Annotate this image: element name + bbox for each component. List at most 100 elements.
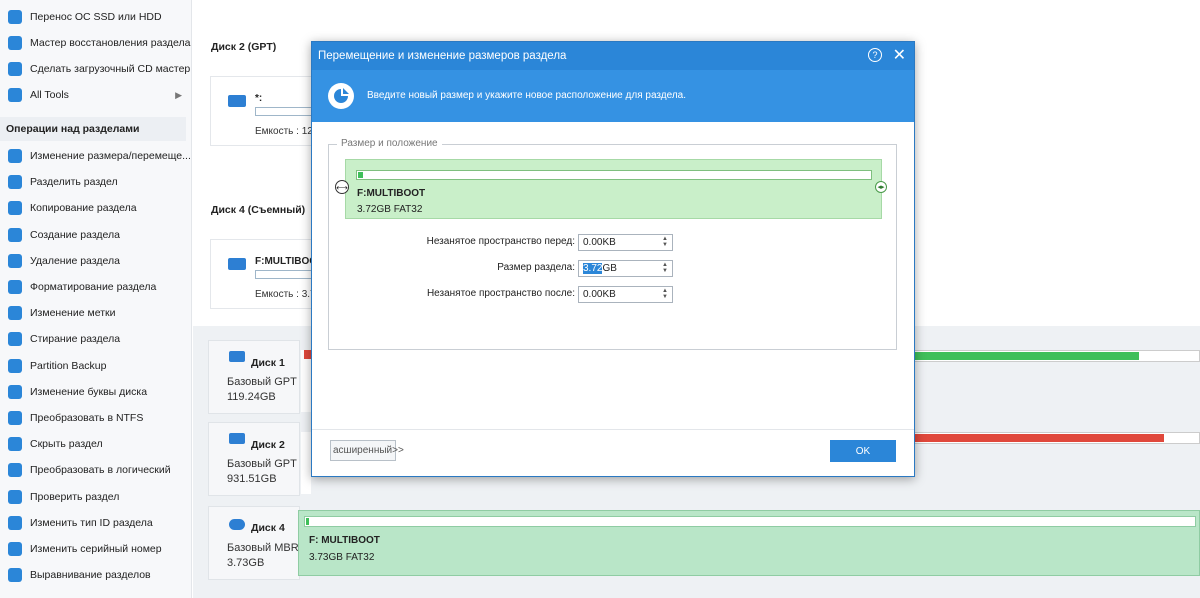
- disk4-type: Базовый MBR: [227, 542, 299, 554]
- usb-disk-icon: [229, 519, 245, 530]
- sidebar-item-label: Partition Backup: [30, 359, 107, 372]
- sidebar-item-label: Перенос ОС SSD или HDD: [30, 11, 162, 23]
- sidebar-item[interactable]: Мастер восстановления раздела: [0, 30, 191, 56]
- sidebar-item[interactable]: Partition Backup: [0, 353, 191, 379]
- spinner-arrows-icon[interactable]: ▲ ▼: [662, 288, 668, 300]
- disk-icon: [228, 258, 246, 270]
- sidebar-item[interactable]: Перенос ОС SSD или HDD: [0, 4, 191, 30]
- sidebar-item-label: Изменить тип ID раздела: [30, 516, 153, 529]
- sidebar-item-label: Копирование раздела: [30, 202, 137, 215]
- hide-icon: [8, 437, 22, 452]
- sidebar-item[interactable]: Скрыть раздел: [0, 431, 191, 457]
- sidebar-item-label: Преобразовать в логический: [30, 464, 171, 477]
- sidebar-item[interactable]: Изменение метки: [0, 300, 191, 326]
- sidebar-item-label: Создание раздела: [30, 228, 121, 241]
- sidebar-item-label: Преобразовать в NTFS: [30, 412, 144, 424]
- sidebar-item[interactable]: Изменение буквы диска: [0, 379, 191, 405]
- dialog-titlebar[interactable]: Перемещение и изменение размеров раздела: [312, 42, 914, 70]
- size-value-selected: 3.72: [583, 263, 603, 274]
- dialog-banner: Введите новый размер и укажите новое рас…: [312, 70, 914, 122]
- ok-button[interactable]: OK: [830, 440, 896, 462]
- advanced-button[interactable]: асширенный>>: [330, 440, 404, 461]
- disk4-list-title: Диск 4: [251, 522, 285, 534]
- disk2-info[interactable]: Диск 2 Базовый GPT 931.51GB: [208, 422, 300, 496]
- disk2-type: Базовый GPT: [227, 458, 297, 470]
- help-icon[interactable]: ?: [868, 48, 882, 62]
- serial-icon: [8, 542, 22, 556]
- sidebar-item-label: Выравнивание разделов: [30, 569, 151, 582]
- sidebar-item-label: Сделать загрузочный CD мастер: [30, 63, 191, 75]
- group-legend: Размер и положение: [337, 138, 442, 149]
- recovery-icon: [8, 36, 22, 50]
- convert-ntfs-icon: [8, 411, 22, 425]
- backup-icon: [8, 358, 22, 373]
- before-input[interactable]: 0.00KB ▲ ▼: [578, 234, 673, 251]
- sidebar-item-label: Стирание раздела: [30, 333, 121, 346]
- sidebar-item[interactable]: Копирование раздела: [0, 195, 191, 221]
- disk2-partition-fill-right: [912, 434, 1164, 442]
- disk1-partition-bar-right[interactable]: [911, 350, 1200, 362]
- before-value: 0.00KB: [583, 237, 616, 248]
- size-input[interactable]: 3.72GB ▲ ▼: [578, 260, 673, 277]
- sidebar-item[interactable]: Форматирование раздела: [0, 274, 191, 300]
- delete-icon: [8, 253, 22, 268]
- id-icon: [8, 515, 22, 530]
- sidebar-item[interactable]: All Tools ▶: [0, 82, 191, 108]
- disk1-partition-fill: [304, 350, 311, 359]
- disk1-type: Базовый GPT: [227, 376, 297, 388]
- sidebar-item[interactable]: Сделать загрузочный CD мастер: [0, 56, 191, 82]
- close-icon[interactable]: ✕: [893, 45, 906, 65]
- resize-partition-icon: [328, 83, 354, 109]
- disk4-partition-strip[interactable]: F: MULTIBOOT 3.73GB FAT32: [298, 510, 1200, 576]
- sidebar-item-label: Форматирование раздела: [30, 281, 157, 293]
- disk2-title: Диск 2 (GPT): [211, 41, 277, 53]
- sidebar-item[interactable]: Преобразовать в NTFS: [0, 405, 191, 431]
- sidebar-item[interactable]: Преобразовать в логический: [0, 457, 191, 483]
- sidebar-item-label: Изменить серийный номер: [30, 543, 162, 555]
- disk1-partition-fill-right: [912, 352, 1139, 360]
- after-value: 0.00KB: [583, 289, 616, 300]
- sidebar-item-label: Изменение метки: [30, 307, 116, 320]
- sidebar-item-label: Удаление раздела: [30, 254, 120, 267]
- disk4-capacity: Емкость : 3.7: [255, 289, 316, 300]
- bootable-cd-icon: [8, 62, 22, 76]
- sidebar-item[interactable]: Изменить тип ID раздела: [0, 510, 191, 536]
- spinner-arrows-icon[interactable]: ▲ ▼: [662, 236, 668, 248]
- sidebar-item[interactable]: Проверить раздел: [0, 484, 191, 510]
- disk1-size: 119.24GB: [227, 391, 276, 403]
- sidebar-item[interactable]: Изменить серийный номер: [0, 536, 191, 562]
- sidebar-item-label: All Tools: [30, 89, 69, 101]
- sidebar-section-title: Операции над разделами: [0, 117, 186, 141]
- all-tools-icon: [8, 88, 22, 102]
- resize-handle-right-icon[interactable]: ◂▸: [875, 181, 887, 193]
- check-icon: [8, 489, 22, 504]
- disk-icon: [228, 95, 246, 107]
- disk4-info[interactable]: Диск 4 Базовый MBR 3.73GB: [208, 506, 300, 580]
- footer-divider: [312, 429, 914, 430]
- sidebar-item-label: Проверить раздел: [30, 490, 120, 503]
- sidebar-item-label: Изменение буквы диска: [30, 385, 148, 398]
- disk1-info[interactable]: Диск 1 Базовый GPT 119.24GB: [208, 340, 300, 414]
- convert-logical-icon: [8, 463, 22, 478]
- size-value-unit: GB: [602, 263, 617, 274]
- disk2-partition-strip[interactable]: [301, 432, 311, 494]
- after-input[interactable]: 0.00KB ▲ ▼: [578, 286, 673, 303]
- resize-handle-left-icon[interactable]: ⟷: [335, 180, 349, 194]
- sidebar-item[interactable]: Удаление раздела: [0, 248, 191, 274]
- disk2-capacity: Емкость : 128: [255, 126, 319, 137]
- dialog-title: Перемещение и изменение размеров раздела: [318, 50, 567, 62]
- sidebar-item[interactable]: Создание раздела: [0, 222, 191, 248]
- sidebar-item[interactable]: Стирание раздела: [0, 326, 191, 352]
- partition-usage-bar: [356, 170, 872, 180]
- spinner-arrows-icon[interactable]: ▲ ▼: [662, 262, 668, 274]
- sidebar-item[interactable]: Разделить раздел: [0, 169, 191, 195]
- sidebar-item[interactable]: Выравнивание разделов: [0, 562, 191, 588]
- partition-map[interactable]: F:MULTIBOOT 3.72GB FAT32: [345, 159, 882, 219]
- sidebar-item[interactable]: Изменение размера/перемеще...: [0, 143, 191, 169]
- disk4-partition-fill: [306, 518, 309, 525]
- disk1-partition-strip[interactable]: [301, 350, 311, 412]
- disk1-title: Диск 1: [251, 357, 285, 369]
- migrate-os-icon: [8, 10, 22, 24]
- sidebar-item-label: Изменение размера/перемеще...: [30, 150, 191, 162]
- disk2-partition-bar-right[interactable]: [911, 432, 1200, 444]
